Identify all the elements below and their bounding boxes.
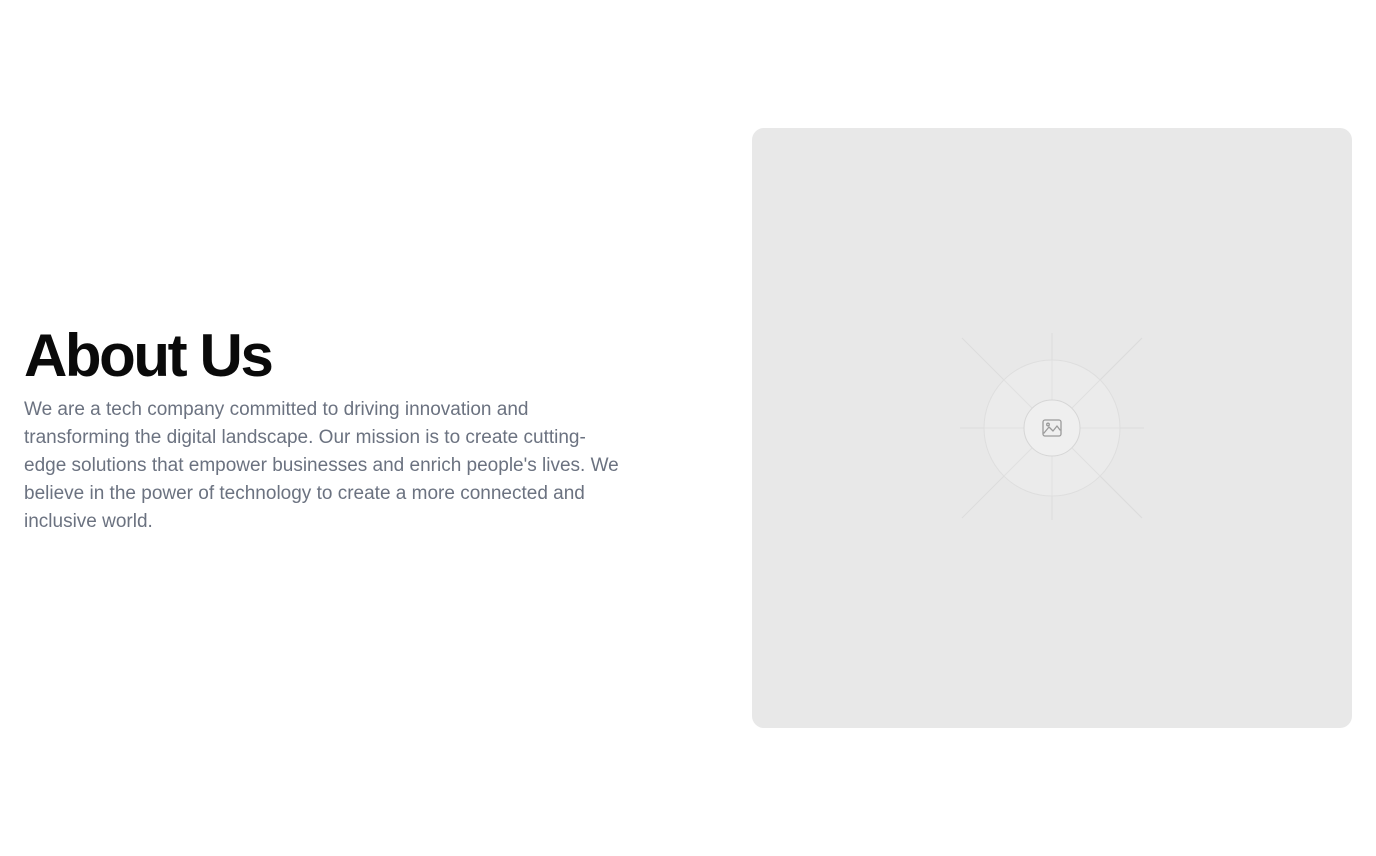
placeholder-graphic [960, 333, 1144, 520]
about-description: We are a tech company committed to drivi… [24, 399, 619, 532]
image-placeholder [752, 128, 1352, 728]
page-title: About Us [24, 322, 274, 389]
about-section: About Us We are a tech company committed… [24, 322, 624, 536]
inner-circle [1023, 399, 1081, 457]
about-page: About Us We are a tech company committed… [0, 0, 1376, 856]
